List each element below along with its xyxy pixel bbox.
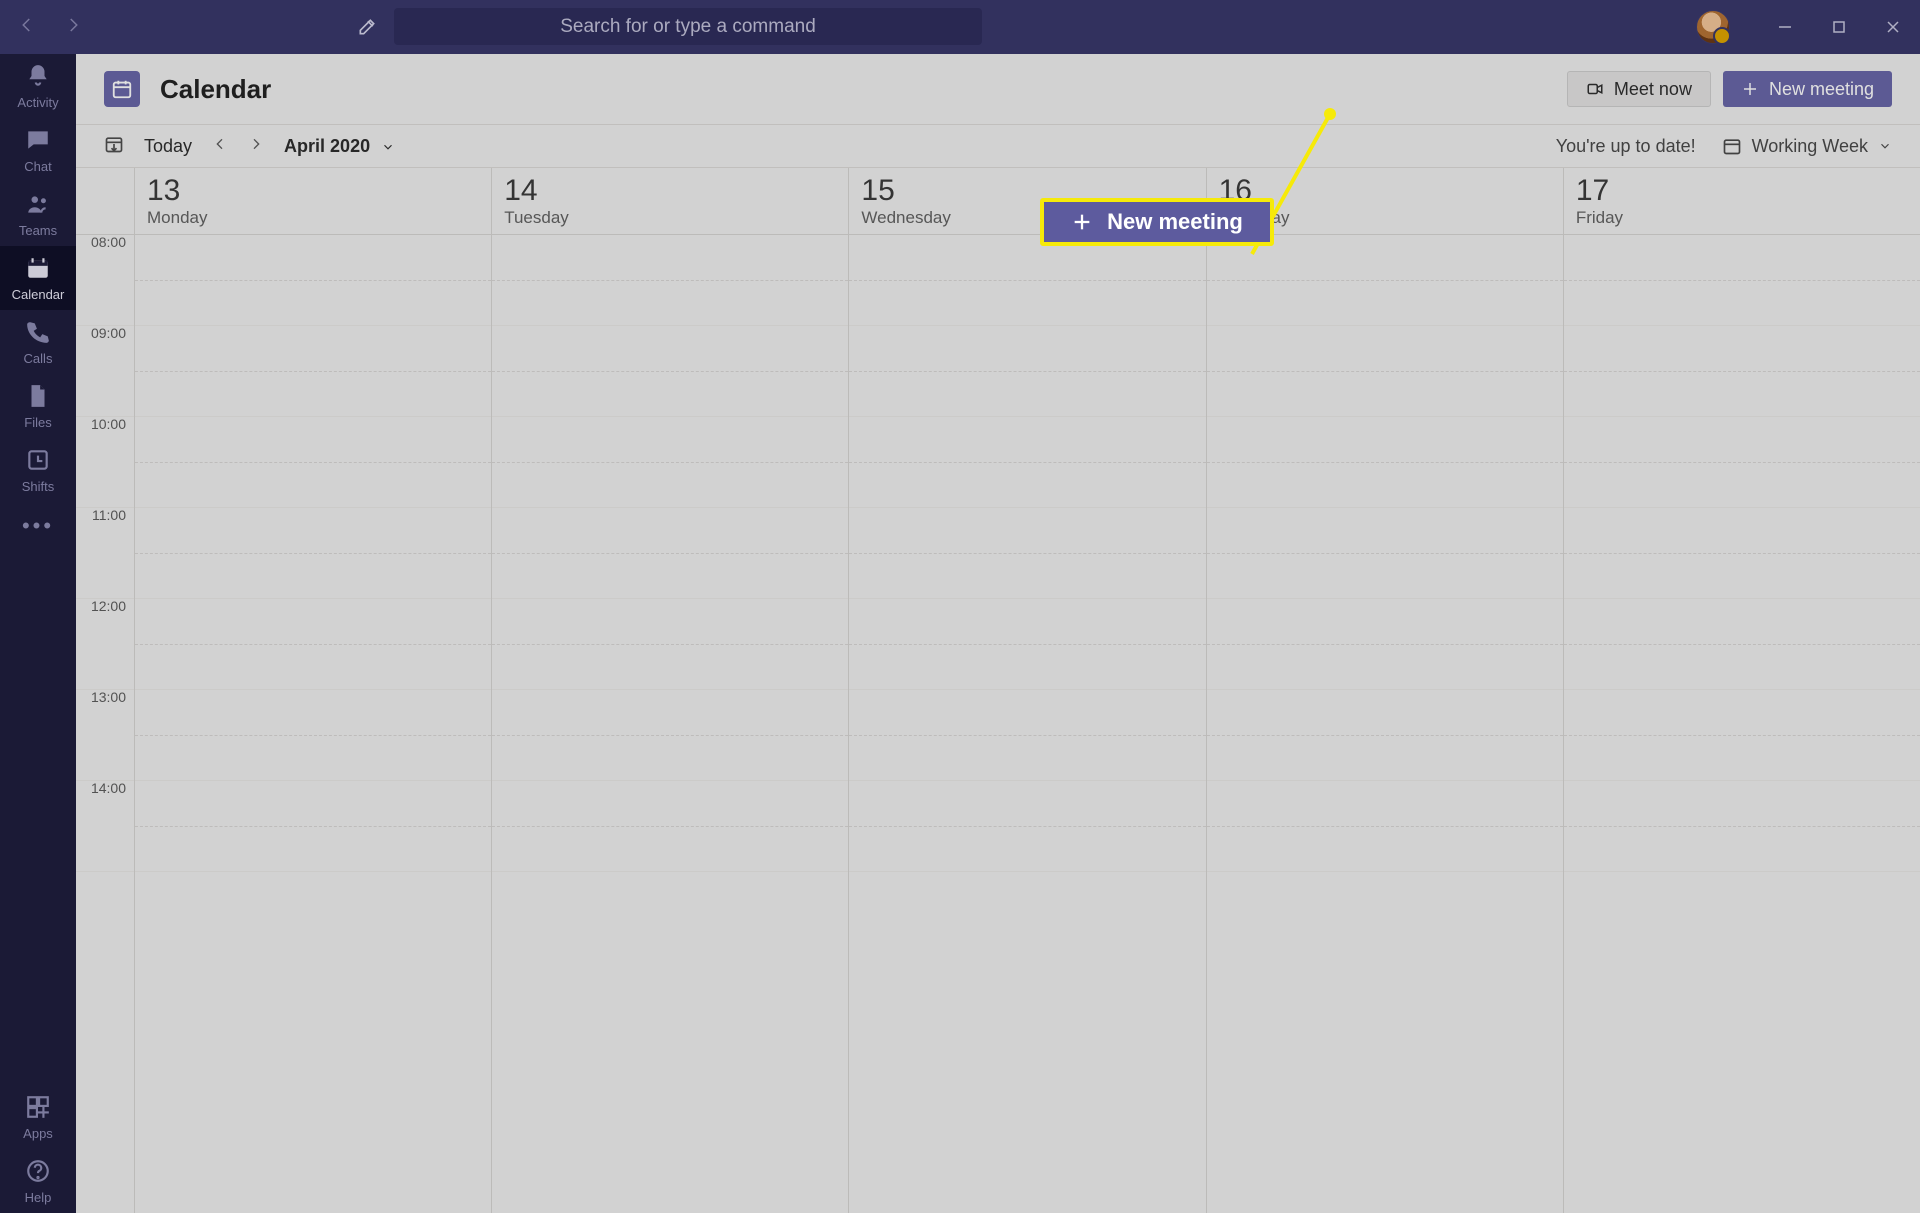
time-label: 13:00 bbox=[76, 690, 134, 781]
avatar[interactable] bbox=[1696, 10, 1730, 44]
time-label: 11:00 bbox=[76, 508, 134, 599]
view-label: Working Week bbox=[1752, 136, 1868, 157]
day-column[interactable]: 13Monday bbox=[134, 168, 491, 1213]
month-label: April 2020 bbox=[284, 136, 370, 156]
day-number: 13 bbox=[147, 174, 479, 208]
callout-new-meeting: New meeting bbox=[1040, 198, 1274, 246]
rail-label: Calendar bbox=[12, 287, 65, 302]
search-input[interactable]: Search for or type a command bbox=[394, 8, 982, 45]
back-icon[interactable] bbox=[18, 16, 36, 39]
day-name: Friday bbox=[1576, 208, 1908, 228]
today-icon[interactable] bbox=[104, 134, 124, 159]
rail-files[interactable]: Files bbox=[0, 374, 76, 438]
forward-icon[interactable] bbox=[64, 16, 82, 39]
day-name: Tuesday bbox=[504, 208, 836, 228]
day-name: Monday bbox=[147, 208, 479, 228]
rail-label: Files bbox=[24, 415, 51, 430]
time-label: 14:00 bbox=[76, 781, 134, 872]
rail-help[interactable]: Help bbox=[0, 1149, 76, 1213]
calendar-toolbar: Today April 2020 You're up to date! Work… bbox=[76, 124, 1920, 168]
rail-label: Help bbox=[25, 1190, 52, 1205]
app-rail: Activity Chat Teams Calendar Calls Files… bbox=[0, 54, 76, 1213]
time-label: 08:00 bbox=[76, 235, 134, 326]
day-number: 14 bbox=[504, 174, 836, 208]
compose-icon[interactable] bbox=[357, 17, 377, 42]
sync-status: You're up to date! bbox=[1556, 136, 1696, 157]
day-column[interactable]: 14Tuesday bbox=[491, 168, 848, 1213]
rail-more[interactable]: ••• bbox=[0, 502, 76, 550]
prev-week-button[interactable] bbox=[212, 136, 228, 157]
next-week-button[interactable] bbox=[248, 136, 264, 157]
today-button[interactable]: Today bbox=[144, 136, 192, 157]
time-label: 12:00 bbox=[76, 599, 134, 690]
time-gutter: 08:00 09:00 10:00 11:00 12:00 13:00 14:0… bbox=[76, 168, 134, 1213]
title-bar: Search for or type a command bbox=[0, 0, 1920, 54]
button-label: New meeting bbox=[1769, 79, 1874, 100]
close-icon[interactable] bbox=[1866, 0, 1920, 54]
rail-apps[interactable]: Apps bbox=[0, 1085, 76, 1149]
rail-activity[interactable]: Activity bbox=[0, 54, 76, 118]
minimize-icon[interactable] bbox=[1758, 0, 1812, 54]
rail-label: Activity bbox=[17, 95, 58, 110]
day-column[interactable]: 16Thursday bbox=[1206, 168, 1563, 1213]
month-picker[interactable]: April 2020 bbox=[284, 136, 395, 157]
rail-shifts[interactable]: Shifts bbox=[0, 438, 76, 502]
rail-label: Chat bbox=[24, 159, 51, 174]
time-label: 10:00 bbox=[76, 417, 134, 508]
day-number: 17 bbox=[1576, 174, 1908, 208]
rail-teams[interactable]: Teams bbox=[0, 182, 76, 246]
rail-calls[interactable]: Calls bbox=[0, 310, 76, 374]
day-column[interactable]: 15Wednesday bbox=[848, 168, 1205, 1213]
day-column[interactable]: 17Friday bbox=[1563, 168, 1920, 1213]
calendar-icon bbox=[104, 71, 140, 107]
calendar-header: Calendar Meet now New meeting bbox=[76, 54, 1920, 124]
time-label: 09:00 bbox=[76, 326, 134, 417]
maximize-icon[interactable] bbox=[1812, 0, 1866, 54]
callout-label: New meeting bbox=[1107, 209, 1243, 235]
new-meeting-button[interactable]: New meeting bbox=[1723, 71, 1892, 107]
view-picker[interactable]: Working Week bbox=[1722, 136, 1892, 157]
annotation-callout: New meeting bbox=[1040, 198, 1274, 246]
page-title: Calendar bbox=[160, 74, 271, 105]
button-label: Meet now bbox=[1614, 79, 1692, 100]
meet-now-button[interactable]: Meet now bbox=[1567, 71, 1711, 107]
calendar-grid: 08:00 09:00 10:00 11:00 12:00 13:00 14:0… bbox=[76, 168, 1920, 1213]
rail-label: Teams bbox=[19, 223, 57, 238]
rail-label: Shifts bbox=[22, 479, 55, 494]
rail-label: Calls bbox=[24, 351, 53, 366]
rail-label: Apps bbox=[23, 1126, 53, 1141]
rail-calendar[interactable]: Calendar bbox=[0, 246, 76, 310]
main-panel: Calendar Meet now New meeting Today Apri… bbox=[76, 54, 1920, 1213]
rail-chat[interactable]: Chat bbox=[0, 118, 76, 182]
